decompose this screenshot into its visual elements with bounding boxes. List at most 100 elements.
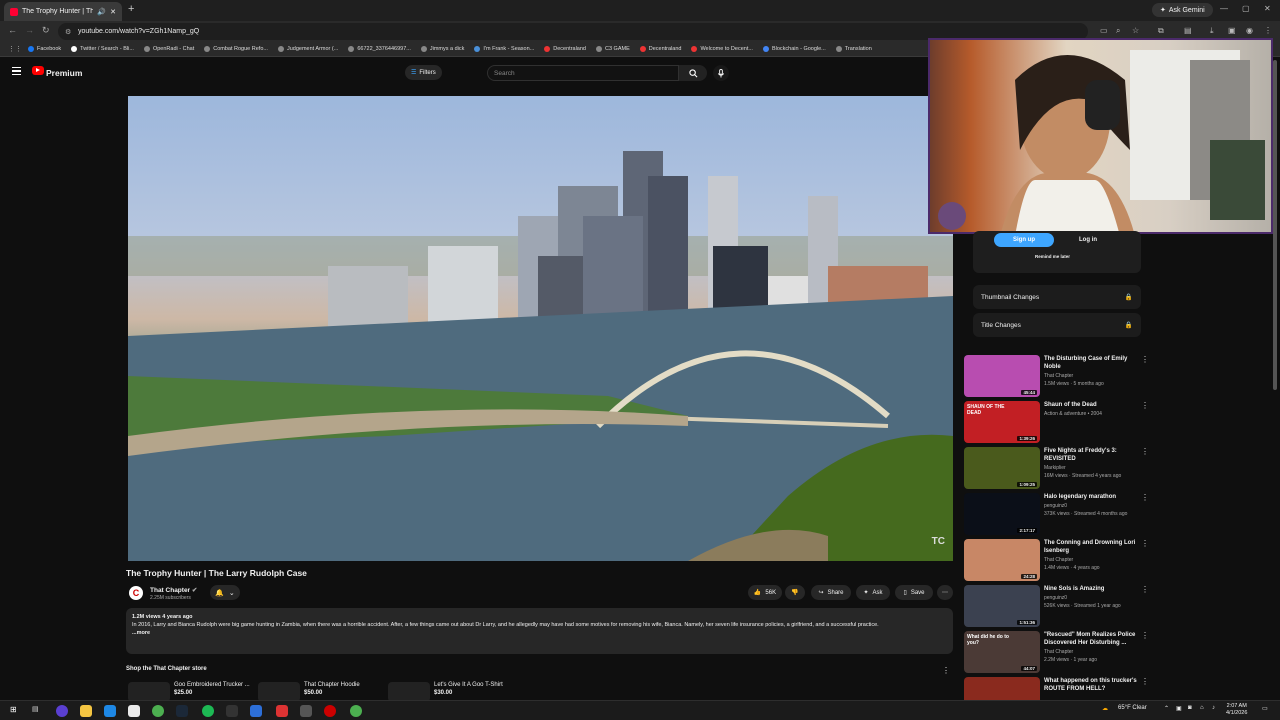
recommendation-title[interactable]: Five Nights at Freddy's 3: REVISITED — [1044, 447, 1140, 463]
filters-button[interactable]: ☰ Filters — [405, 65, 442, 80]
kebab-menu-icon[interactable]: ⋮ — [1141, 677, 1149, 686]
file-explorer-icon[interactable] — [80, 705, 92, 717]
bookmark-item[interactable]: Welcome to Decent... — [691, 46, 753, 52]
kebab-menu-icon[interactable]: ⋮ — [1141, 447, 1149, 456]
sidepanel-icon[interactable]: ▤ — [1184, 26, 1192, 35]
merch-item[interactable]: Goo Embroidered Trucker ... $25.00 — [128, 682, 250, 702]
bookmark-star-icon[interactable]: ☆ — [1132, 26, 1139, 35]
obs-icon[interactable] — [300, 705, 312, 717]
voice-search-button[interactable] — [713, 65, 729, 81]
clock[interactable]: 2:07 AM 4/1/2026 — [1226, 703, 1247, 717]
recommendation-item[interactable]: What did he do to you? 44:07 "Rescued" Mom… — [964, 631, 1149, 673]
recommendation-item[interactable]: 2:17:17 Halo legendary marathon penguinz0 3… — [964, 493, 1149, 535]
recommendation-item[interactable]: 1:51:36 Nine Sols is Amazing penguinz0 526K… — [964, 585, 1149, 627]
weather-text[interactable]: 65°F Clear — [1118, 705, 1147, 711]
bookmark-item[interactable]: OpenRadi - Chat — [143, 46, 194, 52]
recommendation-thumbnail[interactable]: 1:51:36 — [964, 585, 1040, 627]
recommendation-thumbnail[interactable]: SHAUN OF THE DEAD 1:39:26 — [964, 401, 1040, 443]
app-icon[interactable] — [276, 705, 288, 717]
recommendation-thumbnail[interactable]: 1:09:25 — [964, 447, 1040, 489]
tray-app-icon[interactable]: ◙ — [1188, 705, 1192, 711]
kebab-menu-icon[interactable]: ⋮ — [1141, 401, 1149, 410]
kebab-menu-icon[interactable]: ⋮ — [1141, 493, 1149, 502]
recommendation-thumbnail[interactable]: 24:28 — [964, 539, 1040, 581]
app-icon[interactable] — [226, 705, 238, 717]
channel-name[interactable]: That Chapter ✔ — [150, 586, 197, 594]
back-icon[interactable]: ← — [8, 25, 17, 35]
extensions-icon[interactable]: ⧉ — [1158, 26, 1164, 36]
video-player[interactable]: TC — [128, 96, 953, 561]
bookmark-item[interactable]: Jimmys a dick — [420, 46, 464, 52]
bookmark-item[interactable]: 66722_3376446997... — [348, 46, 411, 52]
kebab-menu-icon[interactable]: ⋮ — [1141, 539, 1149, 548]
notifications-button[interactable]: 🔔 ⌄ — [210, 585, 240, 600]
reload-icon[interactable]: ↻ — [42, 25, 50, 36]
recommendation-channel[interactable]: That Chapter — [1044, 557, 1073, 563]
recommendation-thumbnail[interactable]: What did he do to you? 44:07 — [964, 631, 1040, 673]
network-icon[interactable]: ⌂ — [1200, 705, 1204, 711]
recommendation-item[interactable]: 24:28 The Conning and Drowning Lori Isenb… — [964, 539, 1149, 581]
search-button[interactable] — [679, 65, 707, 81]
ask-button[interactable]: ✦ Ask — [856, 585, 890, 600]
title-changes-row[interactable]: Title Changes 🔒 — [973, 313, 1141, 337]
page-scrollbar[interactable] — [1273, 60, 1277, 390]
bookmark-item[interactable]: Judgement Armor (... — [277, 46, 338, 52]
recommendation-item[interactable]: 1:09:25 Five Nights at Freddy's 3: REVISI… — [964, 447, 1149, 489]
zoom-icon[interactable]: ⌕ — [1116, 26, 1120, 36]
youtube-logo-icon[interactable] — [32, 66, 44, 75]
mail-icon[interactable] — [104, 705, 116, 717]
app-icon[interactable] — [250, 705, 262, 717]
recommendation-thumbnail[interactable]: 45:44 — [964, 355, 1040, 397]
close-window-icon[interactable]: ✕ — [1264, 4, 1271, 13]
youtube-brand[interactable]: Premium — [46, 68, 82, 78]
login-button[interactable]: Log in — [1058, 233, 1118, 247]
task-view-icon[interactable]: ▤ — [32, 705, 44, 717]
bookmark-item[interactable]: Combat Rogue Refo... — [204, 46, 268, 52]
tab-search-icon[interactable]: ▣ — [1228, 26, 1236, 35]
bookmark-item[interactable]: Decentraland — [544, 46, 586, 52]
recommendation-title[interactable]: What happened on this trucker's ROUTE FR… — [1044, 677, 1140, 693]
browser-tab-active[interactable]: The Trophy Hunter | The La 🔊 ✕ — [4, 2, 122, 21]
bookmark-item[interactable]: Blockchain - Google... — [762, 46, 826, 52]
ask-gemini-button[interactable]: ✦ Ask Gemini — [1152, 3, 1213, 17]
recommendation-title[interactable]: The Conning and Drowning Lori Isenberg — [1044, 539, 1140, 555]
recommendation-thumbnail[interactable]: 2:17:17 — [964, 493, 1040, 535]
recommendation-title[interactable]: Shaun of the Dead — [1044, 401, 1140, 409]
share-button[interactable]: ↪ Share — [811, 585, 851, 600]
description-box[interactable]: 1.2M views 4 years ago In 2016, Larry an… — [126, 608, 953, 654]
recommendation-title[interactable]: The Disturbing Case of Emily Noble — [1044, 355, 1140, 371]
steam-icon[interactable] — [176, 705, 188, 717]
bookmark-item[interactable]: Twitter / Search - Bli... — [71, 46, 134, 52]
recommendation-title[interactable]: Halo legendary marathon — [1044, 493, 1140, 501]
recommendation-channel[interactable]: That Chapter — [1044, 649, 1073, 655]
bookmark-item[interactable]: Decentraland — [639, 46, 681, 52]
kebab-menu-icon[interactable]: ⋮ — [1141, 585, 1149, 594]
app-icon[interactable] — [324, 705, 336, 717]
recommendation-item[interactable]: SHAUN OF THE DEAD 1:39:26 Shaun of the Dea… — [964, 401, 1149, 443]
merch-item[interactable]: That Chapter Hoodie $50.00 — [258, 682, 360, 702]
recommendation-channel[interactable]: That Chapter — [1044, 373, 1073, 379]
kebab-menu-icon[interactable]: ⋮ — [1141, 631, 1149, 640]
store-icon[interactable] — [128, 705, 140, 717]
kebab-menu-icon[interactable]: ⋮ — [1141, 355, 1149, 364]
forward-icon[interactable]: → — [25, 25, 34, 35]
chrome-icon[interactable] — [152, 705, 164, 717]
close-tab-icon[interactable]: ✕ — [110, 8, 116, 16]
cast-icon[interactable]: ▭ — [1100, 26, 1108, 35]
recommendation-channel[interactable]: Markiplier — [1044, 465, 1066, 471]
signup-button[interactable]: Sign up — [994, 233, 1054, 247]
save-button[interactable]: ▯ Save — [895, 585, 933, 600]
thumbnail-changes-row[interactable]: Thumbnail Changes 🔒 — [973, 285, 1141, 309]
start-icon[interactable]: ⊞ — [10, 705, 22, 717]
profile-avatar[interactable]: ◉ — [1246, 26, 1253, 35]
audio-icon[interactable]: 🔊 — [97, 8, 106, 16]
remind-later-link[interactable]: Remind me later — [1035, 254, 1070, 259]
download-icon[interactable]: ⤓ — [1210, 26, 1214, 36]
apps-grid-icon[interactable]: ⋮⋮ — [8, 45, 22, 53]
chrome-icon[interactable] — [350, 705, 362, 717]
bookmark-item[interactable]: C3 GAME — [595, 46, 630, 52]
weather-icon[interactable]: ☁ — [1102, 705, 1108, 712]
notifications-icon[interactable]: ▭ — [1262, 705, 1268, 712]
recommendation-channel[interactable]: penguinz0 — [1044, 595, 1067, 601]
like-button[interactable]: 👍 56K — [748, 585, 782, 600]
